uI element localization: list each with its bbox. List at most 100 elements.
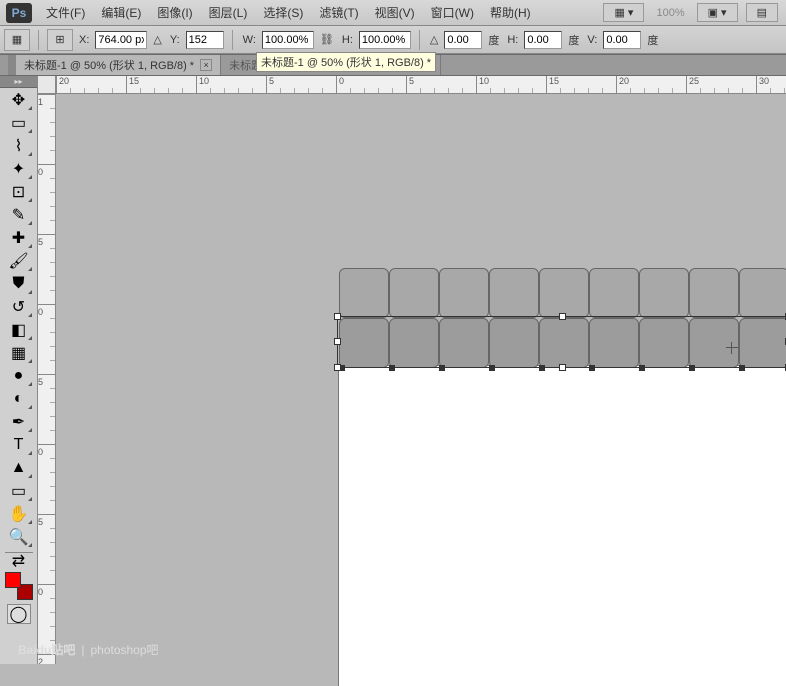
shape-tool[interactable]: ▭ xyxy=(5,480,33,502)
w-label: W: xyxy=(243,34,256,46)
options-bar: ▦ ⊞ X: △ Y: W: ⛓ H: △ 度 H: 度 V: 度 xyxy=(0,26,786,54)
link-icon[interactable]: ⛓ xyxy=(320,33,334,46)
shape-cell[interactable] xyxy=(539,318,589,368)
shape-cell[interactable] xyxy=(739,318,786,368)
eyedropper-tool[interactable]: ✎ xyxy=(5,204,33,226)
color-swatches[interactable] xyxy=(5,572,33,600)
shape-cell[interactable] xyxy=(639,318,689,368)
crop-tool[interactable]: ⊡ xyxy=(5,181,33,203)
ruler-h-tick: 30 xyxy=(756,76,769,94)
shape-row-2[interactable] xyxy=(339,318,786,368)
pen-tool[interactable]: ✒ xyxy=(5,411,33,433)
zoom-tool[interactable]: 🔍 xyxy=(5,526,33,548)
marquee-tool[interactable]: ▭ xyxy=(5,112,33,134)
shape-cell[interactable] xyxy=(689,268,739,318)
transform-anchors[interactable] xyxy=(339,365,786,373)
gradient-tool[interactable]: ▦ xyxy=(5,342,33,364)
extra-dropdown[interactable]: ▤ xyxy=(746,3,778,22)
canvas-area[interactable] xyxy=(56,94,786,664)
menu-file[interactable]: 文件(F) xyxy=(38,4,93,21)
delta-icon: △ xyxy=(153,33,161,46)
wand-tool[interactable]: ✦ xyxy=(5,158,33,180)
shape-cell[interactable] xyxy=(539,268,589,318)
healing-tool[interactable]: ✚ xyxy=(5,227,33,249)
shape-cell[interactable] xyxy=(339,268,389,318)
anchor-point[interactable] xyxy=(689,365,695,371)
document-canvas[interactable] xyxy=(339,366,786,686)
screen-mode-dropdown[interactable]: ▣ ▾ xyxy=(697,3,738,22)
doc-tab-1[interactable]: 未标题-1 @ 50% (形状 1, RGB/8) * × xyxy=(16,55,221,75)
color-swap-icon[interactable]: ⇄ xyxy=(5,554,33,568)
ruler-h-tick: 15 xyxy=(126,76,139,94)
shape-cell[interactable] xyxy=(589,268,639,318)
path-select-tool[interactable]: ▲ xyxy=(5,457,33,479)
shape-cell[interactable] xyxy=(739,268,786,318)
h2-label: H: xyxy=(507,34,518,46)
app-logo[interactable]: Ps xyxy=(6,3,32,23)
hand-tool[interactable]: ✋ xyxy=(5,503,33,525)
menu-layer[interactable]: 图层(L) xyxy=(201,4,256,21)
eraser-tool[interactable]: ◧ xyxy=(5,319,33,341)
quick-mask-button[interactable]: ◯ xyxy=(7,604,31,624)
menu-view[interactable]: 视图(V) xyxy=(367,4,423,21)
ruler-vertical[interactable]: 105050502 xyxy=(38,94,56,664)
h-input[interactable] xyxy=(359,31,411,49)
shape-cell[interactable] xyxy=(389,318,439,368)
h2-unit: 度 xyxy=(568,32,579,48)
tab-close-icon[interactable]: × xyxy=(200,59,212,71)
ruler-v-tick: 5 xyxy=(38,374,56,387)
move-tool[interactable]: ✥ xyxy=(5,89,33,111)
shape-cell[interactable] xyxy=(389,268,439,318)
anchor-point[interactable] xyxy=(739,365,745,371)
dodge-tool[interactable]: ◐ xyxy=(5,388,33,410)
anchor-point[interactable] xyxy=(339,365,345,371)
shape-cell[interactable] xyxy=(339,318,389,368)
watermark: Baidu贴吧 | photoshop吧 xyxy=(18,641,159,658)
tab-handle[interactable] xyxy=(8,55,16,75)
anchor-point[interactable] xyxy=(589,365,595,371)
type-tool[interactable]: T xyxy=(5,434,33,456)
toolbox: ▸▸ ✥▭⌇✦⊡✎✚🖌⛊↺◧▦●◐✒T▲▭✋🔍 ⇄ ◯ xyxy=(0,76,38,664)
anchor-point[interactable] xyxy=(539,365,545,371)
ruler-horizontal[interactable]: 2015105051015202530 xyxy=(56,76,786,94)
menu-filter[interactable]: 滤镜(T) xyxy=(311,4,366,21)
menu-select[interactable]: 选择(S) xyxy=(255,4,311,21)
shape-cell[interactable] xyxy=(439,268,489,318)
lasso-tool[interactable]: ⌇ xyxy=(5,135,33,157)
w-input[interactable] xyxy=(262,31,314,49)
menu-help[interactable]: 帮助(H) xyxy=(482,4,539,21)
anchor-point[interactable] xyxy=(389,365,395,371)
ruler-h-tick: 10 xyxy=(476,76,489,94)
transform-center-icon[interactable] xyxy=(726,342,738,354)
history-brush-tool[interactable]: ↺ xyxy=(5,296,33,318)
shape-row-1[interactable] xyxy=(339,268,786,318)
tool-preset[interactable]: ▦ xyxy=(4,29,30,51)
menu-image[interactable]: 图像(I) xyxy=(149,4,200,21)
reference-point-grid[interactable]: ⊞ xyxy=(47,29,73,51)
h2-input[interactable] xyxy=(524,31,562,49)
foreground-color-swatch[interactable] xyxy=(5,572,21,588)
angle-input[interactable] xyxy=(444,31,482,49)
menu-window[interactable]: 窗口(W) xyxy=(423,4,482,21)
stamp-tool[interactable]: ⛊ xyxy=(5,273,33,295)
v-input[interactable] xyxy=(603,31,641,49)
anchor-point[interactable] xyxy=(489,365,495,371)
ruler-origin[interactable] xyxy=(38,76,56,94)
zoom-level[interactable]: 100% xyxy=(652,7,688,19)
shape-cell[interactable] xyxy=(489,268,539,318)
x-label: X: xyxy=(79,34,89,46)
anchor-point[interactable] xyxy=(439,365,445,371)
shape-cell[interactable] xyxy=(439,318,489,368)
shape-cell[interactable] xyxy=(639,268,689,318)
x-input[interactable] xyxy=(95,31,147,49)
toolbox-collapse[interactable]: ▸▸ xyxy=(0,76,37,88)
shape-cell[interactable] xyxy=(589,318,639,368)
ruler-v-tick: 5 xyxy=(38,514,56,527)
anchor-point[interactable] xyxy=(639,365,645,371)
menu-edit[interactable]: 编辑(E) xyxy=(93,4,149,21)
y-input[interactable] xyxy=(186,31,224,49)
brush-tool[interactable]: 🖌 xyxy=(5,250,33,272)
blur-tool[interactable]: ● xyxy=(5,365,33,387)
arrange-dropdown[interactable]: ▦ ▾ xyxy=(603,3,644,22)
shape-cell[interactable] xyxy=(489,318,539,368)
